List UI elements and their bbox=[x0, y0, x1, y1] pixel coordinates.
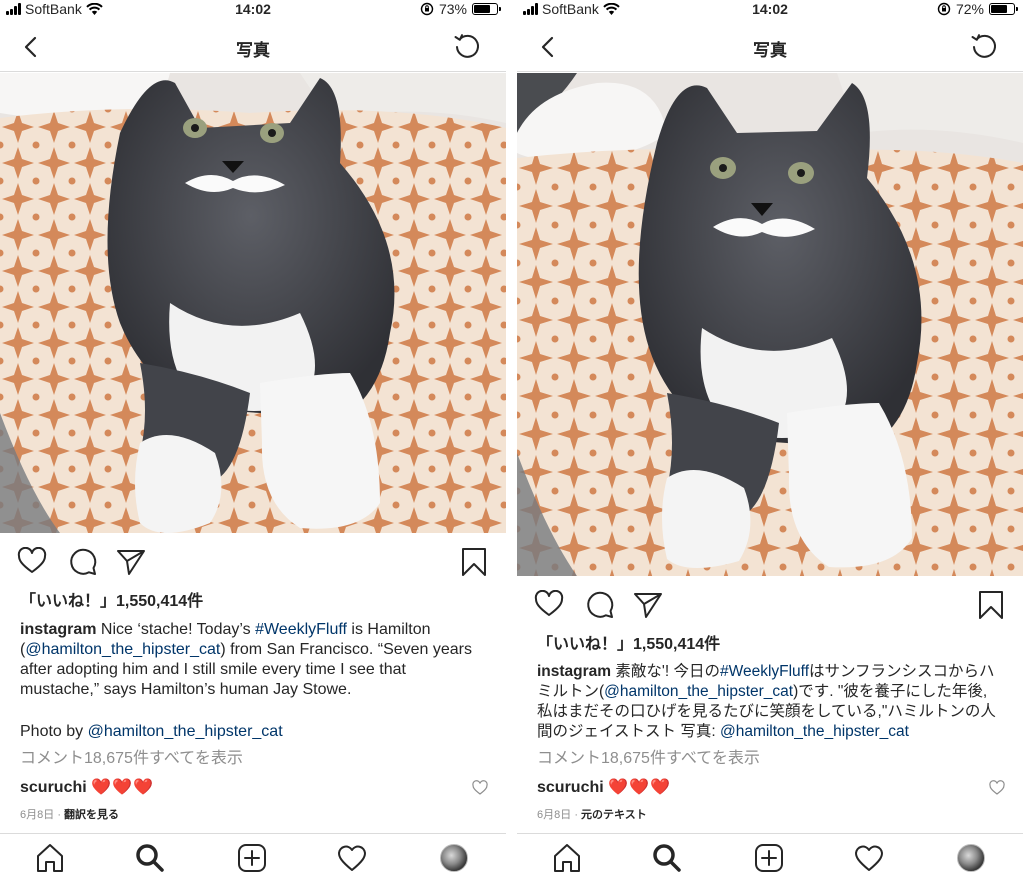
navigation-bar: 写真 bbox=[0, 22, 506, 72]
screenshot-japanese: SoftBank 14:02 72% 写真 「いいね！」1,550,414件 i… bbox=[517, 0, 1023, 881]
comment-button[interactable] bbox=[68, 547, 98, 577]
mention-link[interactable]: @hamilton_the_hipster_cat bbox=[25, 641, 220, 658]
like-button[interactable] bbox=[17, 547, 47, 575]
photo-credit: Photo by @hamilton_the_hipster_cat bbox=[20, 722, 488, 742]
battery-icon bbox=[989, 3, 1018, 15]
credit-mention-link[interactable]: @hamilton_the_hipster_cat bbox=[720, 723, 909, 740]
like-button[interactable] bbox=[534, 590, 564, 618]
like-count[interactable]: 「いいね！」1,550,414件 bbox=[537, 635, 1005, 655]
hashtag-link[interactable]: #WeeklyFluff bbox=[255, 621, 347, 638]
navigation-bar: 写真 bbox=[517, 22, 1023, 72]
cat-photo bbox=[517, 73, 1023, 576]
action-bar bbox=[517, 586, 1023, 626]
page-title: 写真 bbox=[236, 41, 270, 60]
battery-percent: 73% bbox=[438, 1, 467, 17]
comment-item: scuruchi ❤️❤️❤️ bbox=[20, 777, 154, 797]
save-button[interactable] bbox=[977, 590, 1005, 620]
comment-date: 6月8日 bbox=[20, 809, 55, 821]
screen-divider bbox=[506, 0, 517, 881]
profile-tab-avatar[interactable] bbox=[957, 844, 985, 872]
comment-username[interactable]: scuruchi bbox=[20, 779, 87, 796]
comment-meta: 6月8日 · 元のテキスト bbox=[537, 809, 647, 821]
refresh-button[interactable] bbox=[967, 29, 1001, 63]
share-button[interactable] bbox=[633, 591, 663, 619]
comment-meta: 6月8日 · 翻訳を見る bbox=[20, 809, 120, 821]
comment-like-button[interactable] bbox=[989, 780, 1005, 796]
post-caption: instagram Nice ‘stache! Today’s #WeeklyF… bbox=[20, 620, 488, 700]
caption-text-1: 素敵な'! 今日の bbox=[611, 663, 720, 680]
comment-like-button[interactable] bbox=[472, 780, 488, 796]
action-bar bbox=[0, 543, 506, 583]
profile-tab-avatar[interactable] bbox=[440, 844, 468, 872]
view-all-comments-link[interactable]: コメント18,675件すべてを表示 bbox=[20, 749, 488, 769]
orientation-lock-icon bbox=[420, 2, 434, 16]
post-photo[interactable] bbox=[517, 73, 1023, 576]
share-button[interactable] bbox=[116, 548, 146, 576]
status-bar: SoftBank 14:02 73% bbox=[0, 0, 506, 18]
post-photo[interactable] bbox=[0, 73, 506, 533]
page-title: 写真 bbox=[753, 41, 787, 60]
battery-icon bbox=[472, 3, 501, 15]
see-translation-link[interactable]: 翻訳を見る bbox=[64, 809, 119, 821]
activity-tab[interactable] bbox=[853, 842, 885, 874]
comment-username[interactable]: scuruchi bbox=[537, 779, 604, 796]
hashtag-link[interactable]: #WeeklyFluff bbox=[720, 663, 809, 680]
tab-bar bbox=[517, 833, 1023, 881]
comment-item: scuruchi ❤️❤️❤️ bbox=[537, 777, 671, 797]
new-post-tab[interactable] bbox=[236, 842, 268, 874]
comment-text: ❤️❤️❤️ bbox=[608, 779, 671, 796]
status-bar: SoftBank 14:02 72% bbox=[517, 0, 1023, 18]
tab-bar bbox=[0, 833, 506, 881]
comment-button[interactable] bbox=[585, 590, 615, 620]
home-tab[interactable] bbox=[34, 842, 66, 874]
like-count[interactable]: 「いいね！」1,550,414件 bbox=[20, 592, 488, 612]
new-post-tab[interactable] bbox=[753, 842, 785, 874]
refresh-button[interactable] bbox=[450, 29, 484, 63]
comment-text: ❤️❤️❤️ bbox=[91, 779, 154, 796]
cat-photo bbox=[0, 73, 506, 533]
comment-date: 6月8日 bbox=[537, 809, 572, 821]
save-button[interactable] bbox=[460, 547, 488, 577]
credit-mention-link[interactable]: @hamilton_the_hipster_cat bbox=[88, 723, 283, 740]
search-tab[interactable] bbox=[134, 842, 166, 874]
battery-percent: 72% bbox=[955, 1, 984, 17]
activity-tab[interactable] bbox=[336, 842, 368, 874]
mention-link[interactable]: @hamilton_the_hipster_cat bbox=[604, 683, 793, 700]
original-text-link[interactable]: 元のテキスト bbox=[581, 809, 647, 821]
caption-text-1: Nice ‘stache! Today’s bbox=[96, 621, 256, 638]
view-all-comments-link[interactable]: コメント18,675件すべてを表示 bbox=[537, 749, 1005, 769]
screenshot-english: SoftBank 14:02 73% 写真 「いいね！」1,550,414件 i… bbox=[0, 0, 506, 881]
home-tab[interactable] bbox=[551, 842, 583, 874]
caption-username[interactable]: instagram bbox=[20, 621, 96, 638]
search-tab[interactable] bbox=[651, 842, 683, 874]
orientation-lock-icon bbox=[937, 2, 951, 16]
post-caption: instagram 素敵な'! 今日の#WeeklyFluffはサンフランシスコ… bbox=[537, 662, 1005, 742]
credit-prefix: Photo by bbox=[20, 723, 88, 740]
caption-username[interactable]: instagram bbox=[537, 663, 611, 680]
